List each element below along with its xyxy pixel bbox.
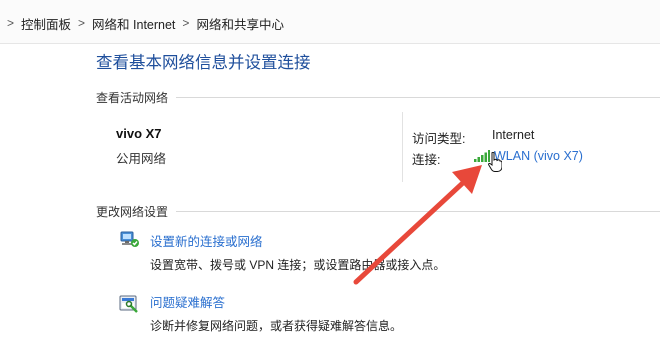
network-category-link[interactable]: 公用网络 [116, 148, 166, 167]
access-type-label: 访问类型: [412, 132, 466, 146]
connection-link[interactable]: WLAN (vivo X7) [494, 149, 583, 163]
section-divider [176, 211, 660, 212]
setup-new-connection-description: 设置宽带、拨号或 VPN 连接；或设置路由器或接入点。 [150, 258, 446, 272]
change-settings-heading: 更改网络设置 [96, 205, 169, 219]
breadcrumb-chevron-icon[interactable]: > [7, 16, 14, 30]
breadcrumb: > 控制面板 > 网络和 Internet > 网络和共享中心 [0, 13, 284, 33]
active-networks-heading: 查看活动网络 [96, 91, 169, 105]
page-title: 查看基本网络信息并设置连接 [96, 54, 311, 72]
troubleshoot-link[interactable]: 问题疑难解答 [150, 292, 225, 311]
troubleshoot-icon [119, 295, 138, 313]
breadcrumb-item-network-internet[interactable]: 网络和 Internet [92, 14, 175, 33]
breadcrumb-chevron-icon[interactable]: > [78, 16, 85, 30]
breadcrumb-item-network-sharing-center[interactable]: 网络和共享中心 [196, 14, 284, 33]
network-name: vivo X7 [116, 126, 162, 141]
section-divider [176, 97, 660, 98]
network-setup-icon [120, 231, 139, 247]
column-divider [402, 112, 403, 182]
hand-cursor-icon [488, 152, 502, 172]
address-bar: > 控制面板 > 网络和 Internet > 网络和共享中心 [0, 0, 660, 44]
setup-new-connection-link[interactable]: 设置新的连接或网络 [150, 231, 263, 250]
access-type-value: Internet [492, 128, 535, 142]
breadcrumb-chevron-icon[interactable]: > [182, 16, 189, 30]
troubleshoot-description: 诊断并修复网络问题，或者获得疑难解答信息。 [150, 319, 403, 333]
connection-label: 连接: [412, 153, 441, 167]
breadcrumb-item-control-panel[interactable]: 控制面板 [21, 14, 71, 33]
